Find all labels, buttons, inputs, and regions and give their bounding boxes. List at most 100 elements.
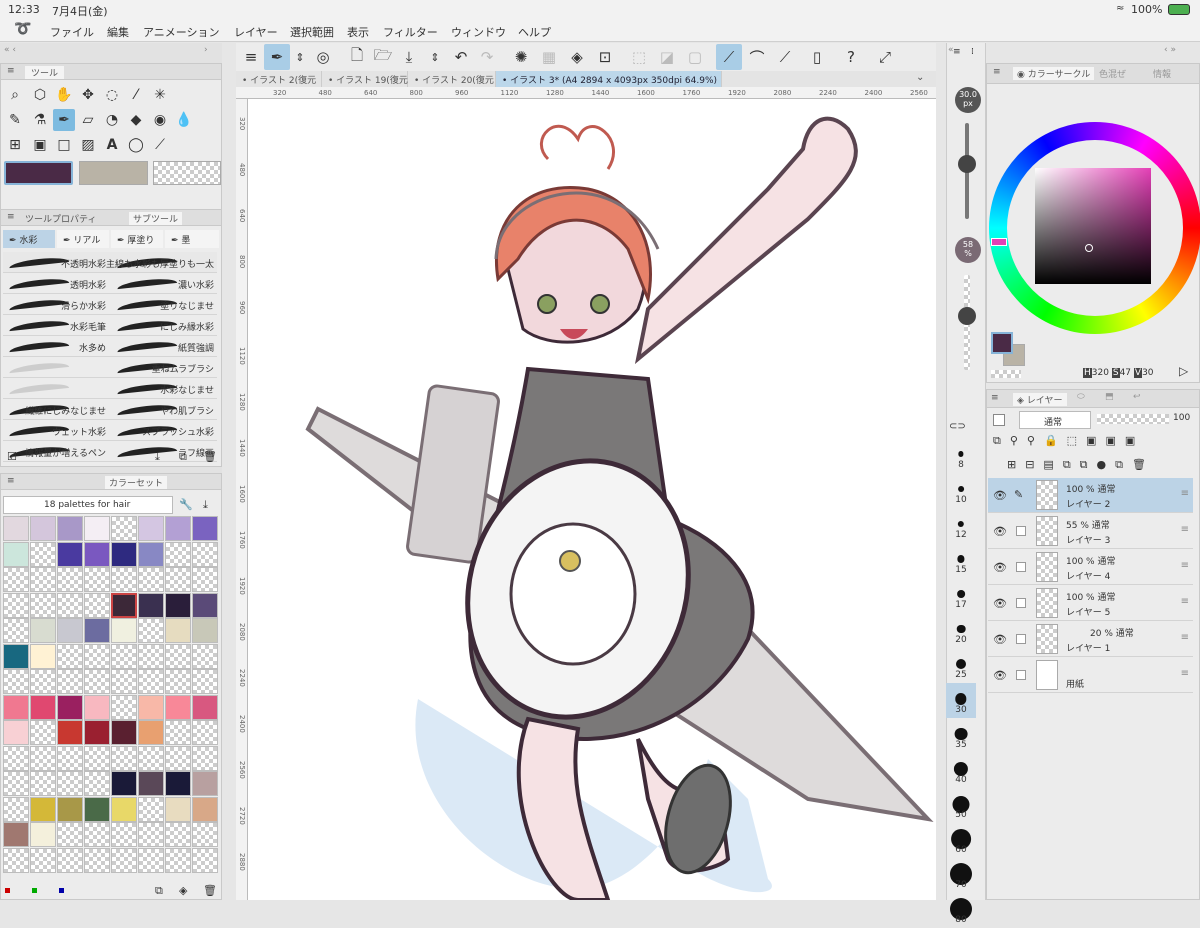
- eye-icon[interactable]: 👁: [993, 561, 1007, 574]
- palette-swatch[interactable]: [3, 822, 29, 847]
- pencil-icon[interactable]: ✎: [4, 109, 26, 131]
- palette-swatch[interactable]: [57, 822, 83, 847]
- palette-swatch[interactable]: [138, 516, 164, 541]
- menu-edit[interactable]: 編集: [107, 24, 129, 40]
- layer-opacity-slider[interactable]: [1097, 414, 1169, 424]
- group-tab-ink[interactable]: ✒ 墨: [165, 230, 219, 248]
- palette-swatch[interactable]: [3, 669, 29, 694]
- palette-swatch[interactable]: [30, 618, 56, 643]
- transparent-chip[interactable]: [991, 370, 1021, 378]
- palette-swatch[interactable]: [165, 669, 191, 694]
- layer-row[interactable]: 👁 20 % 通常 レイヤー 1 ≡: [988, 622, 1193, 657]
- palette-swatch[interactable]: [192, 720, 218, 745]
- layer-checkbox[interactable]: [1016, 562, 1026, 572]
- palette-swatch[interactable]: [111, 618, 137, 643]
- layer-checkbox[interactable]: [1016, 598, 1026, 608]
- palette-swatch[interactable]: [165, 541, 191, 567]
- fill-icon[interactable]: ◉: [149, 109, 171, 131]
- layer-property-icon[interactable]: ⬒: [1105, 392, 1114, 402]
- save-icon[interactable]: ⤓: [396, 44, 422, 70]
- copy-icon[interactable]: ⧉: [179, 450, 187, 464]
- line-correct-icon[interactable]: ⟋: [149, 134, 171, 156]
- brush-size-option[interactable]: 25: [946, 648, 976, 683]
- palette-swatch[interactable]: [84, 720, 110, 745]
- palette-select[interactable]: 18 palettes for hair: [3, 496, 173, 514]
- palette-swatch[interactable]: [57, 745, 83, 771]
- brush-item[interactable]: [3, 378, 109, 399]
- palette-swatch[interactable]: [111, 541, 137, 567]
- brush-item[interactable]: [3, 357, 109, 378]
- brush-size-option[interactable]: 20: [946, 613, 976, 648]
- palette-swatch[interactable]: [192, 643, 218, 669]
- move-icon[interactable]: ✥: [77, 84, 99, 106]
- palette-swatch[interactable]: [192, 618, 218, 643]
- drawing-canvas[interactable]: [248, 99, 936, 900]
- opacity-indicator[interactable]: 58%: [955, 237, 981, 263]
- palette-swatch[interactable]: [165, 643, 191, 669]
- brush-item[interactable]: 情報量が増えるペン: [3, 441, 109, 462]
- palette-swatch[interactable]: [57, 592, 83, 618]
- palette-swatch[interactable]: [3, 796, 29, 822]
- layer-row[interactable]: 👁 55 % 通常 レイヤー 3 ≡: [988, 514, 1193, 549]
- clear-icon[interactable]: ▦: [536, 44, 562, 70]
- tab-document-3[interactable]: • イラスト 3* (A4 2894 x 4093px 350dpi 64.9%…: [496, 71, 722, 87]
- menu-layer[interactable]: レイヤー: [234, 24, 278, 40]
- palette-swatch[interactable]: [111, 796, 137, 822]
- history-icon[interactable]: ↩: [1133, 392, 1141, 402]
- brush-size-option[interactable]: 8: [946, 438, 976, 473]
- link-icon[interactable]: ⊂⊃: [949, 421, 966, 432]
- drag-handle-icon[interactable]: ≡: [1181, 560, 1189, 571]
- palette-swatch[interactable]: [3, 592, 29, 618]
- palette-swatch[interactable]: [30, 720, 56, 745]
- brush-size-option[interactable]: 30: [946, 683, 976, 718]
- palette-swatch[interactable]: [57, 516, 83, 541]
- palette-swatch[interactable]: [192, 771, 218, 796]
- drag-handle-icon[interactable]: ≡: [1181, 488, 1189, 499]
- menu-filter[interactable]: フィルター: [383, 24, 438, 40]
- palette-swatch[interactable]: [111, 822, 137, 847]
- palette-swatch[interactable]: [3, 720, 29, 745]
- menu-icon[interactable]: ≡: [238, 44, 264, 70]
- palette-swatch[interactable]: [138, 822, 164, 847]
- palette-swatch[interactable]: [138, 771, 164, 796]
- brush-item[interactable]: 水多め: [3, 336, 109, 357]
- download-icon[interactable]: ⤓: [203, 498, 208, 512]
- palette-swatch[interactable]: [111, 592, 137, 618]
- sv-cursor[interactable]: [1085, 244, 1093, 252]
- palette-swatch[interactable]: [138, 643, 164, 669]
- palette-swatch[interactable]: [138, 720, 164, 745]
- tab-layer[interactable]: ◈ レイヤー: [1013, 393, 1067, 406]
- loading-icon[interactable]: ✺: [508, 44, 534, 70]
- eyedropper-icon[interactable]: ⁄: [125, 84, 147, 106]
- collapse-left-icon[interactable]: « ‹: [4, 45, 16, 55]
- saturation-value-square[interactable]: [1035, 168, 1151, 284]
- palette-swatch[interactable]: [57, 643, 83, 669]
- brush-item[interactable]: 繊維にじみなじませ: [3, 399, 109, 420]
- palette-swatch[interactable]: [57, 618, 83, 643]
- panel-menu-icon[interactable]: ≡: [7, 212, 15, 222]
- opacity-slider-thumb[interactable]: [958, 307, 976, 325]
- palette-swatch[interactable]: [165, 720, 191, 745]
- brush-size-option[interactable]: 10: [946, 473, 976, 508]
- snap-curve-icon[interactable]: ⌒: [744, 44, 770, 70]
- brush-size-option[interactable]: 15: [946, 543, 976, 578]
- add-color-icon[interactable]: ◈: [179, 884, 187, 897]
- grip-icon[interactable]: ⁞: [971, 47, 974, 57]
- eye-icon[interactable]: 👁: [993, 669, 1007, 682]
- tab-document-2[interactable]: • イラスト 2(復元: [236, 71, 322, 87]
- palette-swatch[interactable]: [111, 567, 137, 592]
- layer-row[interactable]: 👁 ✎ 100 % 通常 レイヤー 2 ≡: [988, 478, 1193, 513]
- palette-swatch[interactable]: [192, 694, 218, 720]
- new-file-icon[interactable]: 🗋: [344, 44, 370, 70]
- brush-item[interactable]: ウェット水彩: [3, 420, 109, 441]
- copy-icon[interactable]: ⧉: [155, 884, 163, 898]
- play-icon[interactable]: ▷: [1179, 364, 1188, 378]
- checkbox-icon[interactable]: ☑: [7, 450, 17, 463]
- palette-swatch[interactable]: [84, 541, 110, 567]
- wand-icon[interactable]: ✳: [149, 84, 171, 106]
- brush-tool-icon[interactable]: ✒: [53, 109, 75, 131]
- palette-swatch[interactable]: [84, 822, 110, 847]
- palette-swatch[interactable]: [111, 669, 137, 694]
- palette-swatch[interactable]: [138, 745, 164, 771]
- trash-icon[interactable]: 🗑: [203, 450, 217, 463]
